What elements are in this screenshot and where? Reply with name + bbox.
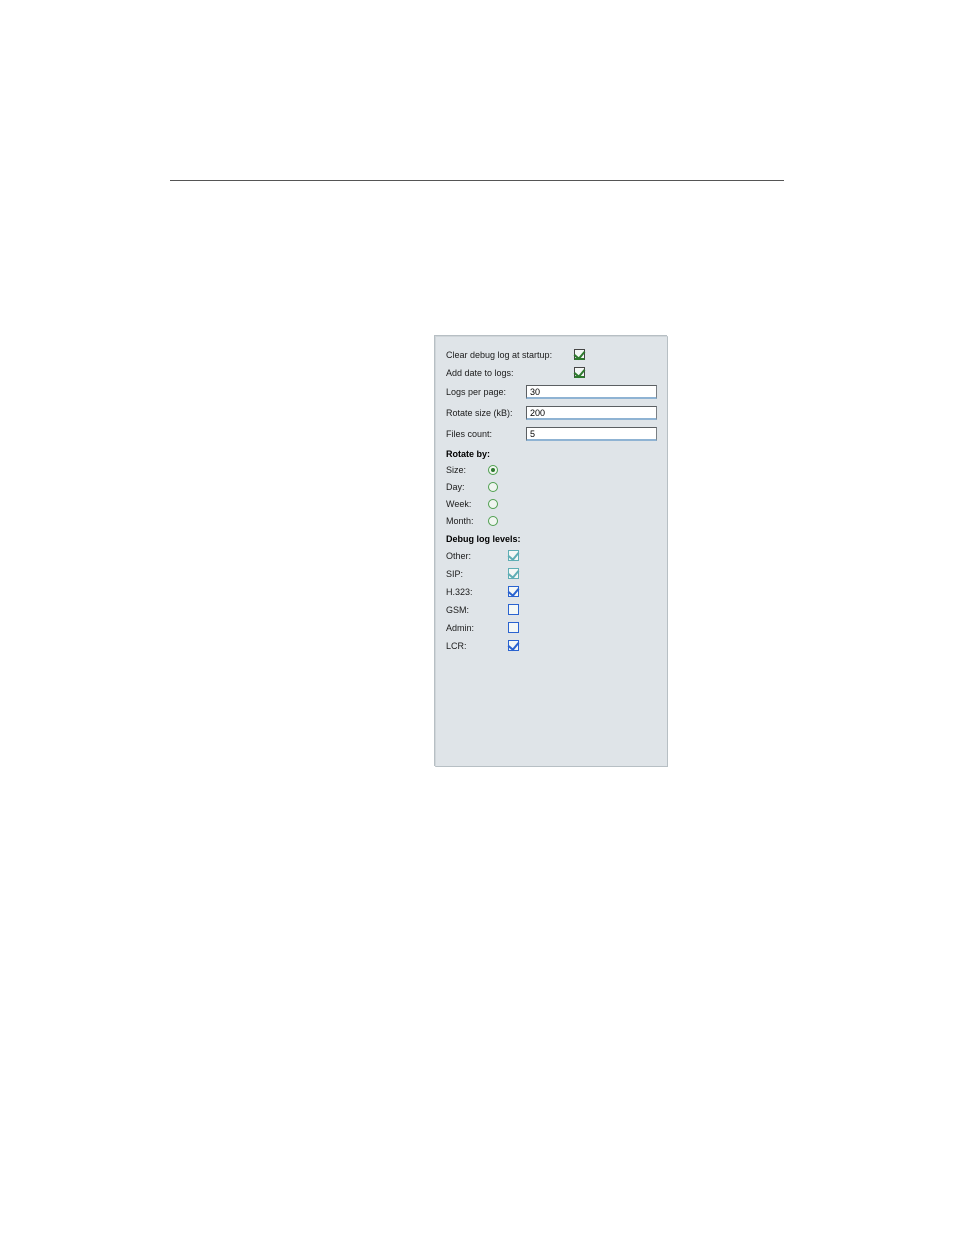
files-count-label: Files count:: [446, 429, 526, 439]
files-count-input[interactable]: [526, 427, 657, 441]
add-date-label: Add date to logs:: [446, 368, 574, 378]
logs-per-page-row: Logs per page:: [446, 385, 657, 399]
clear-debug-row: Clear debug log at startup:: [446, 349, 657, 360]
debug-gsm-label: GSM:: [446, 605, 508, 615]
debug-admin-checkbox[interactable]: [508, 622, 519, 633]
debug-sip-checkbox[interactable]: [508, 568, 519, 579]
debug-other-row: Other:: [446, 550, 657, 561]
add-date-row: Add date to logs:: [446, 367, 657, 378]
rotate-size-row: Rotate size (kB):: [446, 406, 657, 420]
debug-other-checkbox[interactable]: [508, 550, 519, 561]
logs-per-page-input[interactable]: [526, 385, 657, 399]
debug-lcr-label: LCR:: [446, 641, 508, 651]
add-date-checkbox[interactable]: [574, 367, 585, 378]
rotate-month-radio[interactable]: [488, 516, 498, 526]
debug-gsm-checkbox[interactable]: [508, 604, 519, 615]
debug-h323-label: H.323:: [446, 587, 508, 597]
debug-admin-row: Admin:: [446, 622, 657, 633]
debug-lcr-checkbox[interactable]: [508, 640, 519, 651]
files-count-row: Files count:: [446, 427, 657, 441]
logs-per-page-label: Logs per page:: [446, 387, 526, 397]
rotate-day-radio[interactable]: [488, 482, 498, 492]
rotate-by-header: Rotate by:: [446, 449, 657, 459]
rotate-week-radio[interactable]: [488, 499, 498, 509]
rotate-size-radio-row: Size:: [446, 465, 657, 475]
rotate-week-radio-row: Week:: [446, 499, 657, 509]
rotate-size-radio-label: Size:: [446, 465, 488, 475]
log-settings-panel: Clear debug log at startup: Add date to …: [435, 336, 668, 767]
debug-lcr-row: LCR:: [446, 640, 657, 651]
rotate-size-input[interactable]: [526, 406, 657, 420]
rotate-size-label: Rotate size (kB):: [446, 408, 526, 418]
debug-h323-checkbox[interactable]: [508, 586, 519, 597]
debug-h323-row: H.323:: [446, 586, 657, 597]
rotate-day-radio-row: Day:: [446, 482, 657, 492]
clear-debug-checkbox[interactable]: [574, 349, 585, 360]
debug-levels-header: Debug log levels:: [446, 534, 657, 544]
rotate-month-radio-label: Month:: [446, 516, 488, 526]
header-divider: [170, 180, 784, 181]
clear-debug-label: Clear debug log at startup:: [446, 350, 574, 360]
debug-other-label: Other:: [446, 551, 508, 561]
rotate-week-radio-label: Week:: [446, 499, 488, 509]
debug-gsm-row: GSM:: [446, 604, 657, 615]
debug-admin-label: Admin:: [446, 623, 508, 633]
debug-sip-row: SIP:: [446, 568, 657, 579]
rotate-size-radio[interactable]: [488, 465, 498, 475]
rotate-month-radio-row: Month:: [446, 516, 657, 526]
debug-sip-label: SIP:: [446, 569, 508, 579]
rotate-day-radio-label: Day:: [446, 482, 488, 492]
